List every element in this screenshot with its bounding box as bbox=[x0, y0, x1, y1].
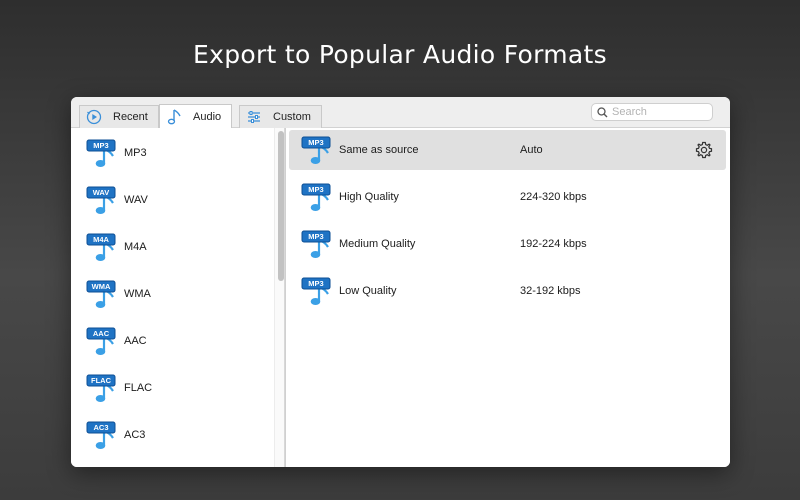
search-icon bbox=[597, 106, 608, 117]
format-badge-text: AAC bbox=[92, 328, 110, 338]
format-item-ac3[interactable]: AC3 AC3 bbox=[71, 411, 274, 458]
quality-bitrate: 32-192 kbps bbox=[520, 285, 581, 297]
quality-bitrate: 192-224 kbps bbox=[520, 238, 587, 250]
format-badge-icon: MP3 bbox=[86, 137, 118, 169]
format-badge-text: WAV bbox=[92, 187, 110, 197]
format-badge-text: MP3 bbox=[93, 140, 109, 150]
search-box[interactable] bbox=[591, 103, 713, 121]
quality-list: MP3 Same as source Auto MP3 High Quality 2… bbox=[286, 128, 730, 467]
format-badge-icon: WMA bbox=[86, 278, 118, 310]
format-badge-text: MP3 bbox=[308, 185, 324, 194]
format-item-label: WAV bbox=[124, 193, 148, 206]
format-item-wma[interactable]: WMA WMA bbox=[71, 270, 274, 317]
quality-name: Low Quality bbox=[339, 285, 397, 297]
format-badge-icon: WAV bbox=[86, 184, 118, 216]
format-item-m4a[interactable]: M4A M4A bbox=[71, 223, 274, 270]
format-item-label: FLAC bbox=[124, 381, 153, 394]
quality-name: Same as source bbox=[339, 144, 419, 156]
format-item-label: WMA bbox=[124, 287, 151, 300]
gear-icon[interactable] bbox=[695, 141, 713, 159]
format-list[interactable]: MP3 MP3 WAV WAV M4A M4A WMA WMA AAC AAC … bbox=[71, 128, 285, 467]
format-badge-icon: MP3 bbox=[301, 275, 333, 307]
format-item-flac[interactable]: FLAC FLAC bbox=[71, 364, 274, 411]
format-badge-icon: AAC bbox=[86, 325, 118, 357]
format-badge-text: M4A bbox=[93, 234, 109, 244]
tab-audio-label: Audio bbox=[193, 110, 222, 123]
sliders-icon bbox=[243, 107, 265, 127]
quality-row[interactable]: MP3 Medium Quality 192-224 kbps bbox=[289, 224, 726, 264]
quality-row[interactable]: MP3 High Quality 224-320 kbps bbox=[289, 177, 726, 217]
format-badge-text: WMA bbox=[91, 281, 111, 291]
format-item-aac[interactable]: AAC AAC bbox=[71, 317, 274, 364]
format-item-label: M4A bbox=[124, 240, 147, 253]
format-badge-icon: AC3 bbox=[86, 419, 118, 451]
format-badge-text: MP3 bbox=[308, 138, 324, 147]
format-badge-icon: MP3 bbox=[301, 134, 333, 166]
tab-recent[interactable]: Recent bbox=[79, 105, 159, 128]
format-item-label: MP3 bbox=[124, 146, 147, 159]
format-badge-text: MP3 bbox=[308, 232, 324, 241]
format-badge-icon: M4A bbox=[86, 231, 118, 263]
format-badge-icon: FLAC bbox=[86, 372, 118, 404]
format-badge-text: MP3 bbox=[308, 279, 324, 288]
quality-row[interactable]: MP3 Same as source Auto bbox=[289, 130, 726, 170]
toolbar: Recent Audio Custom Search bbox=[71, 97, 730, 128]
format-item-label: AC3 bbox=[124, 428, 146, 441]
format-list-scrollbar[interactable] bbox=[274, 128, 284, 467]
format-window: Recent Audio Custom Search MP3 MP3 WAV W… bbox=[71, 97, 730, 467]
format-item-label: AAC bbox=[124, 334, 147, 347]
tab-custom[interactable]: Custom bbox=[239, 105, 322, 128]
quality-bitrate: Auto bbox=[520, 144, 543, 156]
quality-row[interactable]: MP3 Low Quality 32-192 kbps bbox=[289, 271, 726, 311]
page-headline: Export to Popular Audio Formats bbox=[193, 40, 607, 69]
tab-audio[interactable]: Audio bbox=[159, 104, 233, 128]
format-item-mp3[interactable]: MP3 MP3 bbox=[71, 129, 274, 176]
music-note-icon bbox=[163, 107, 185, 127]
quality-name: Medium Quality bbox=[339, 238, 416, 250]
format-item-wav[interactable]: WAV WAV bbox=[71, 176, 274, 223]
format-badge-text: FLAC bbox=[91, 375, 111, 385]
quality-name: High Quality bbox=[339, 191, 399, 203]
search-input[interactable] bbox=[612, 106, 710, 118]
tab-recent-label: Recent bbox=[113, 111, 148, 123]
format-badge-icon: MP3 bbox=[301, 228, 333, 260]
quality-bitrate: 224-320 kbps bbox=[520, 191, 587, 203]
tab-custom-label: Custom bbox=[273, 111, 311, 123]
play-circle-icon bbox=[83, 107, 105, 127]
format-badge-icon: MP3 bbox=[301, 181, 333, 213]
scrollbar-thumb[interactable] bbox=[278, 131, 284, 281]
format-badge-text: AC3 bbox=[93, 422, 109, 432]
